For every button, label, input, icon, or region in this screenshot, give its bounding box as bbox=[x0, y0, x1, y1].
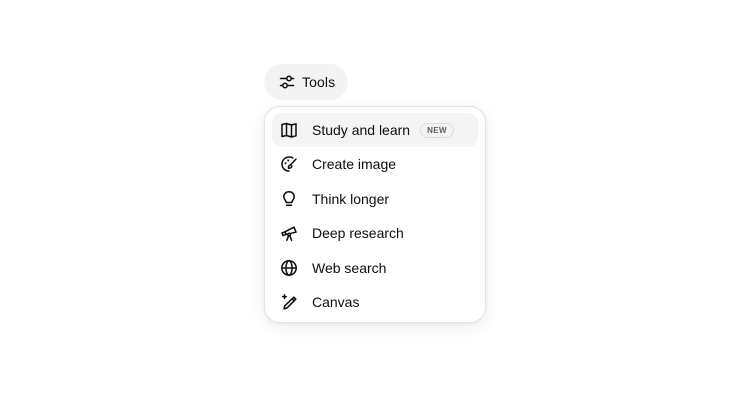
tools-button[interactable]: Tools bbox=[264, 64, 348, 100]
pencil-sparkle-icon bbox=[280, 293, 298, 311]
tools-menu: Study and learn NEW Create image Think l… bbox=[264, 106, 486, 323]
menu-item-label: Create image bbox=[312, 156, 397, 173]
lightbulb-icon bbox=[280, 190, 298, 208]
new-badge: NEW bbox=[420, 122, 454, 138]
menu-item-study-and-learn[interactable]: Study and learn NEW bbox=[272, 113, 478, 147]
open-book-icon bbox=[280, 121, 298, 139]
palette-brush-icon bbox=[280, 155, 298, 173]
sliders-icon bbox=[279, 74, 295, 90]
stage: Tools Study and learn NEW Create image T… bbox=[0, 0, 750, 417]
menu-item-label: Web search bbox=[312, 259, 387, 276]
menu-item-label: Study and learn bbox=[312, 122, 411, 138]
menu-item-deep-research[interactable]: Deep research bbox=[272, 216, 478, 250]
tools-label: Tools bbox=[302, 74, 336, 90]
menu-item-label: Deep research bbox=[312, 225, 404, 242]
menu-item-create-image[interactable]: Create image bbox=[272, 147, 478, 181]
menu-item-think-longer[interactable]: Think longer bbox=[272, 182, 478, 216]
menu-item-label: Think longer bbox=[312, 190, 390, 207]
globe-icon bbox=[280, 259, 298, 277]
telescope-icon bbox=[280, 224, 298, 242]
menu-item-canvas[interactable]: Canvas bbox=[272, 285, 478, 319]
menu-item-label: Canvas bbox=[312, 293, 360, 310]
menu-item-web-search[interactable]: Web search bbox=[272, 251, 478, 285]
